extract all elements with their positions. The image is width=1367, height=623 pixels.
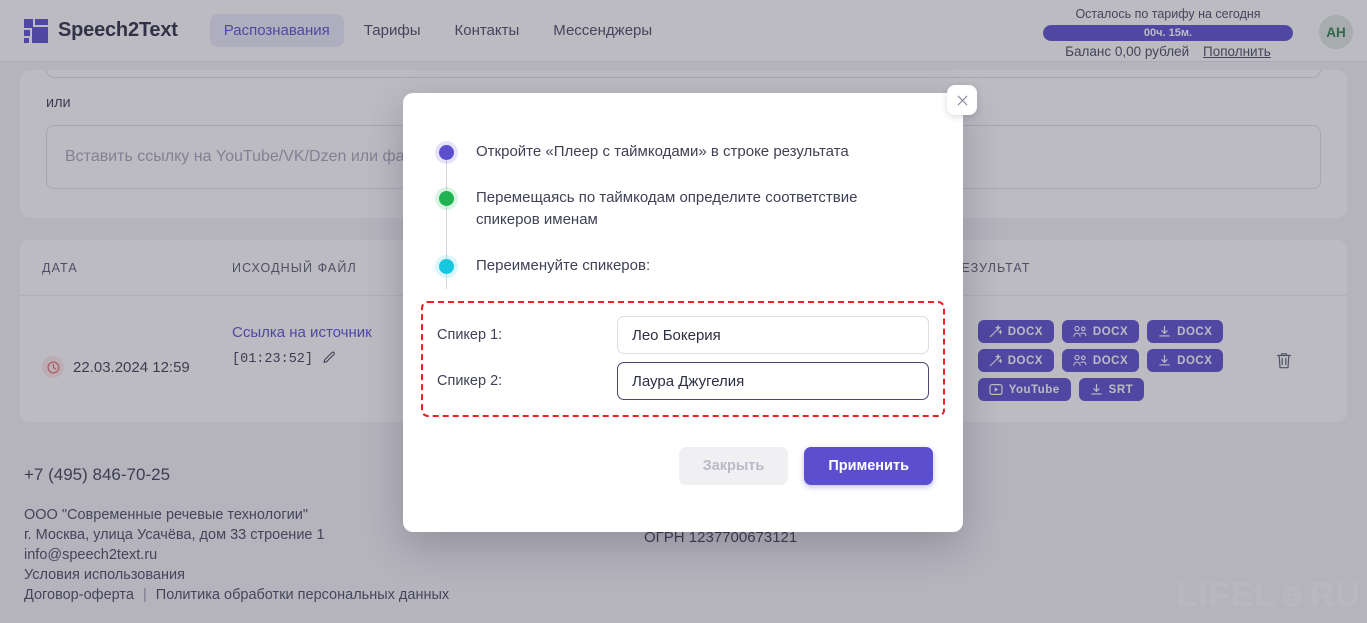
close-icon[interactable] xyxy=(947,85,977,115)
step-1: Откройте «Плеер с таймкодами» в строке р… xyxy=(435,141,963,164)
apply-button[interactable]: Применить xyxy=(804,447,933,485)
step-dot-1 xyxy=(435,141,458,164)
step-2-text: Перемещаясь по таймкодам определите соот… xyxy=(476,189,858,228)
step-dot-3 xyxy=(435,255,458,278)
speaker-2-label: Спикер 2: xyxy=(437,373,503,389)
speaker-1-input[interactable] xyxy=(617,316,929,354)
close-button[interactable]: Закрыть xyxy=(678,447,789,485)
app-root: Speech2Text Распознавания Тарифы Контакт… xyxy=(0,0,1367,623)
speaker-2-input[interactable] xyxy=(617,362,929,400)
step-dot-2 xyxy=(435,187,458,210)
rename-speakers-modal: Откройте «Плеер с таймкодами» в строке р… xyxy=(403,85,977,532)
speaker-row-1: Спикер 1: xyxy=(437,316,929,354)
step-1-text: Откройте «Плеер с таймкодами» в строке р… xyxy=(476,143,849,160)
speaker-row-2: Спикер 2: xyxy=(437,362,929,400)
instruction-steps: Откройте «Плеер с таймкодами» в строке р… xyxy=(403,93,963,289)
step-3-text: Переименуйте спикеров: xyxy=(476,257,651,274)
step-3: Переименуйте спикеров: xyxy=(435,255,963,278)
speaker-1-label: Спикер 1: xyxy=(437,327,503,343)
step-2: Перемещаясь по таймкодам определите соот… xyxy=(435,187,963,231)
modal-actions: Закрыть Применить xyxy=(678,447,933,485)
speakers-highlight-box: Спикер 1: Спикер 2: xyxy=(421,301,945,417)
